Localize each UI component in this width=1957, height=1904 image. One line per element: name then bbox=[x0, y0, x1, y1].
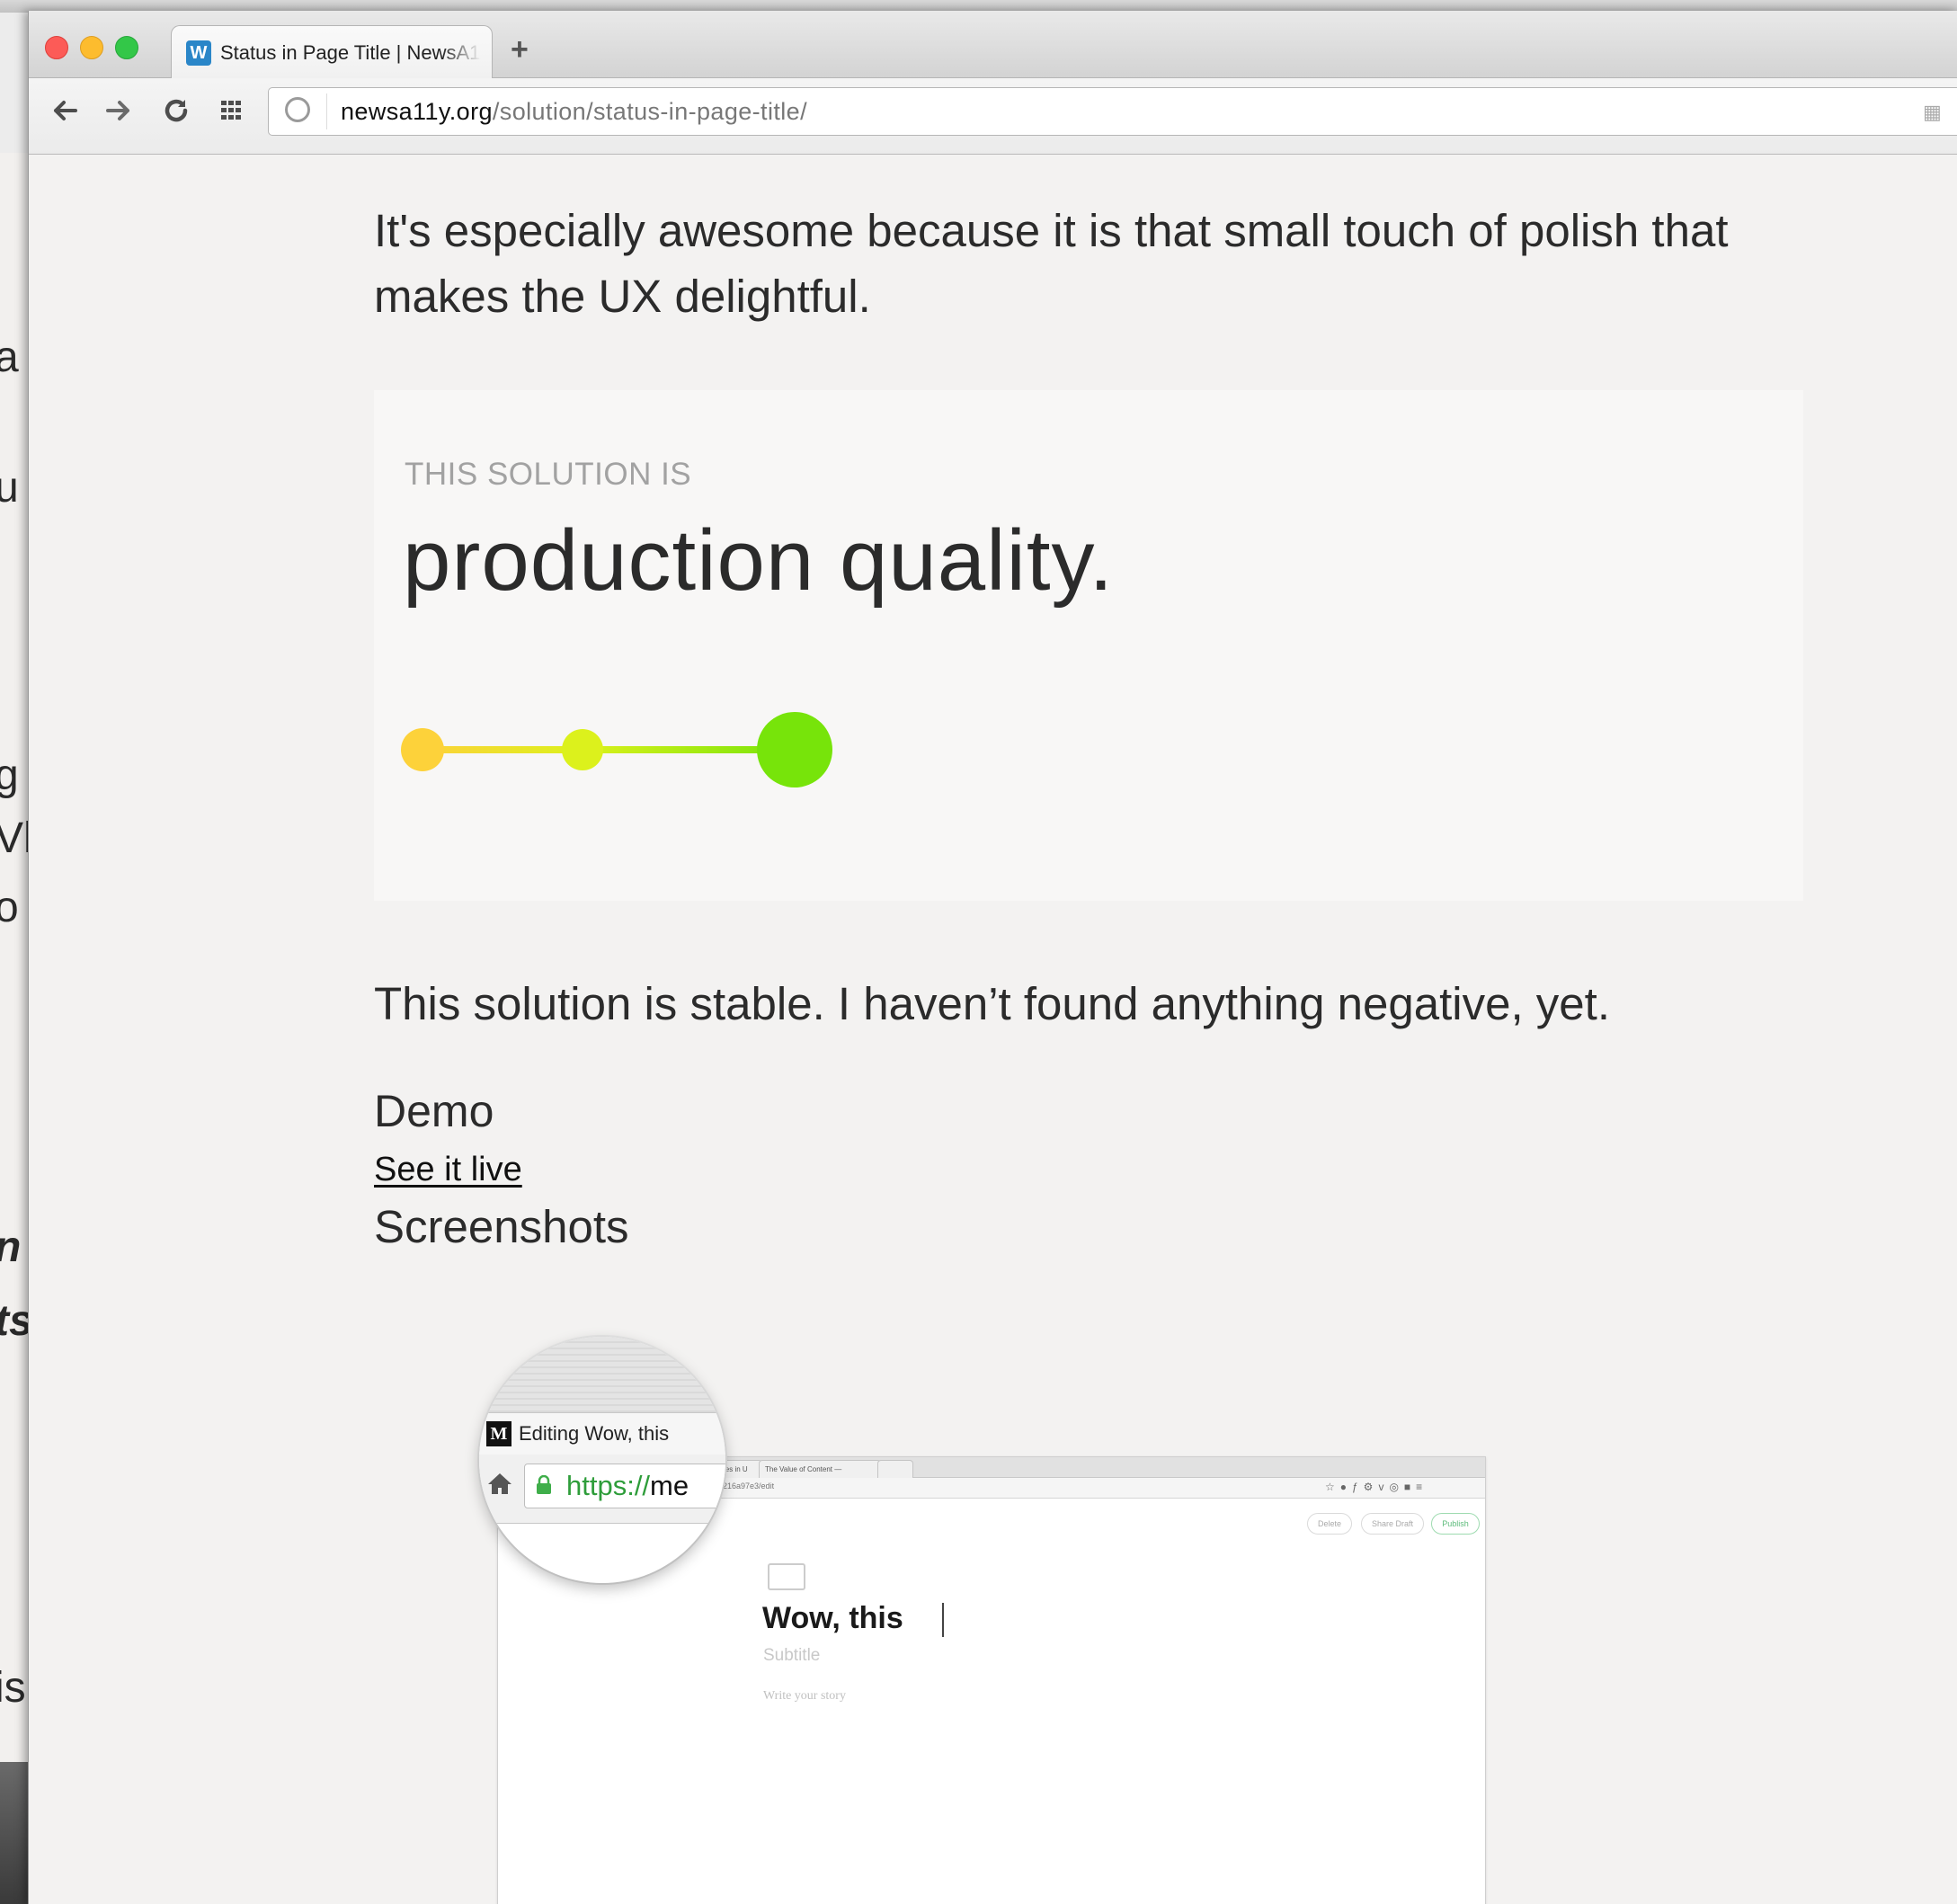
background-text-fragment: n bbox=[0, 1223, 21, 1272]
background-text-fragment: Vh bbox=[0, 814, 28, 862]
status-meter bbox=[401, 712, 832, 787]
magnifier-callout: M Editing Wow, this https://me bbox=[479, 1337, 725, 1583]
background-text-fragment: a bbox=[0, 334, 19, 381]
apps-button[interactable] bbox=[214, 93, 250, 129]
magnifier-url-box: https://me bbox=[524, 1464, 725, 1508]
status-card: THIS SOLUTION IS production quality. bbox=[374, 390, 1803, 901]
meter-stage-3 bbox=[757, 712, 832, 787]
wordpress-favicon-icon: W bbox=[186, 40, 211, 66]
magnifier-url: https://me bbox=[566, 1470, 689, 1502]
see-it-live-link[interactable]: See it live bbox=[374, 1147, 522, 1192]
desktop-background bbox=[0, 1762, 28, 1904]
background-text-fragment: g bbox=[0, 752, 19, 799]
magnifier-url-scheme: https:// bbox=[566, 1470, 651, 1501]
new-tab-button[interactable]: + bbox=[511, 34, 529, 65]
image-placeholder-icon bbox=[768, 1563, 805, 1590]
background-text-fragment: o bbox=[0, 884, 19, 931]
extension-grid-icon[interactable]: ▦ bbox=[1923, 101, 1942, 124]
url-path: /solution/status-in-page-title/ bbox=[492, 98, 807, 125]
home-icon bbox=[488, 1473, 511, 1494]
demo-heading: Demo bbox=[374, 1086, 494, 1136]
minimize-window-button[interactable] bbox=[80, 36, 103, 59]
apps-grid-icon bbox=[221, 101, 241, 120]
meter-stage-1 bbox=[401, 728, 444, 771]
magnifier-urlbar: https://me bbox=[479, 1455, 725, 1524]
maximize-window-button[interactable] bbox=[115, 36, 138, 59]
status-eyebrow: THIS SOLUTION IS bbox=[405, 457, 692, 492]
arrow-left-icon bbox=[54, 101, 77, 120]
screenshot-subtitle-placeholder: Subtitle bbox=[763, 1646, 821, 1665]
forward-button[interactable] bbox=[101, 93, 137, 129]
text-caret bbox=[942, 1603, 944, 1637]
magnifier-url-rest: me bbox=[650, 1470, 689, 1501]
background-text-fragment: is bbox=[0, 1664, 26, 1712]
medium-logo-icon: M bbox=[486, 1421, 511, 1446]
magnifier-tab-title: Editing Wow, this bbox=[519, 1422, 670, 1445]
screenshot-delete-button: Delete bbox=[1307, 1513, 1352, 1535]
arrow-right-icon bbox=[106, 101, 129, 120]
meter-segment bbox=[423, 746, 583, 753]
screenshot-body-placeholder: Write your story bbox=[763, 1689, 846, 1703]
stable-note: This solution is stable. I haven’t found… bbox=[374, 978, 1611, 1029]
screenshot-toolbar-icons: ☆●ƒ⚙v◎■≡ bbox=[1325, 1481, 1428, 1493]
reload-button[interactable] bbox=[158, 93, 194, 129]
browser-window: W Status in Page Title | NewsA11y + news… bbox=[28, 11, 1957, 1904]
screenshot-publish-button: Publish bbox=[1431, 1513, 1480, 1535]
meter-stage-2 bbox=[562, 729, 603, 770]
screenshot-tab: The Value of Content — bbox=[759, 1460, 881, 1478]
tab-title: Status in Page Title | NewsA11y bbox=[220, 41, 481, 64]
screenshots-heading: Screenshots bbox=[374, 1201, 629, 1252]
back-button[interactable] bbox=[47, 93, 83, 129]
address-bar[interactable]: newsa11y.org/solution/status-in-page-tit… bbox=[268, 87, 1957, 136]
intro-paragraph: It's especially awesome because it is th… bbox=[374, 205, 1729, 322]
page-content: It's especially awesome because it is th… bbox=[29, 155, 1957, 1904]
background-window-content: a u g Vh o n ts is bbox=[0, 153, 28, 1762]
magnifier-tab: M Editing Wow, this bbox=[479, 1412, 725, 1455]
browser-toolbar: newsa11y.org/solution/status-in-page-tit… bbox=[29, 78, 1957, 155]
screenshot-share-draft-button: Share Draft bbox=[1361, 1513, 1424, 1535]
screenshot-tab bbox=[877, 1460, 913, 1478]
browser-tab[interactable]: W Status in Page Title | NewsA11y bbox=[171, 25, 493, 80]
screenshot-story-title: Wow, this bbox=[762, 1601, 903, 1635]
background-text-fragment: u bbox=[0, 464, 19, 512]
url-text[interactable]: newsa11y.org/solution/status-in-page-tit… bbox=[341, 96, 807, 127]
background-text-fragment: ts bbox=[0, 1296, 28, 1346]
url-host: newsa11y.org bbox=[341, 98, 493, 125]
globe-icon[interactable] bbox=[285, 97, 310, 122]
lock-icon bbox=[537, 1475, 551, 1494]
close-window-button[interactable] bbox=[45, 36, 68, 59]
reload-icon bbox=[165, 99, 188, 122]
browser-titlebar: W Status in Page Title | NewsA11y + bbox=[29, 11, 1957, 80]
status-value: production quality. bbox=[403, 512, 1115, 609]
address-bar-divider bbox=[326, 93, 327, 129]
